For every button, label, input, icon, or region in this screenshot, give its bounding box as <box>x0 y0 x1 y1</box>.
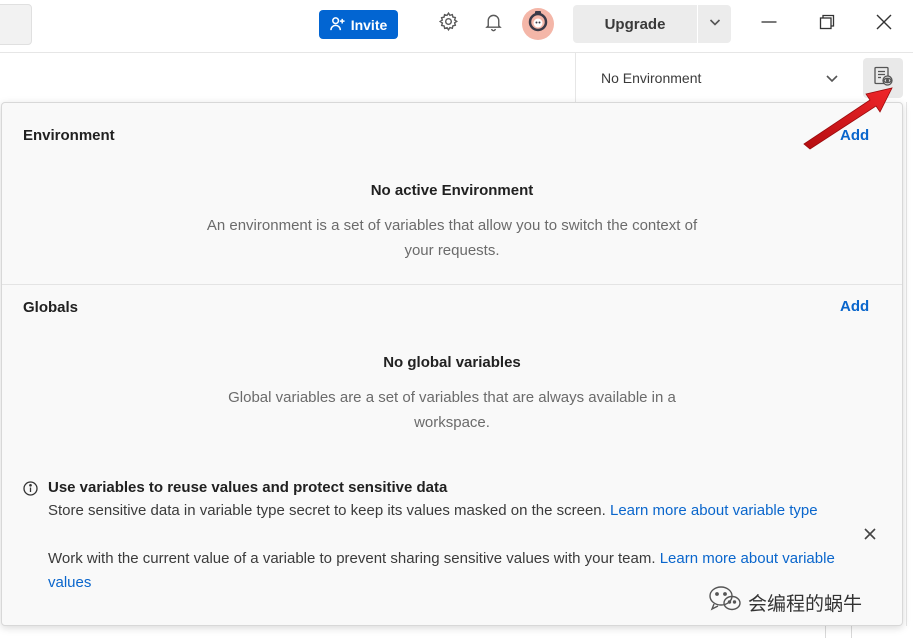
app-window: Invite Upgrade No Environment Environmen… <box>0 0 913 638</box>
avatar-icon <box>525 9 551 40</box>
info-banner-title: Use variables to reuse values and protec… <box>48 479 448 496</box>
globals-empty-title: No global variables <box>383 354 521 371</box>
notifications-button[interactable] <box>480 11 506 37</box>
user-avatar[interactable] <box>522 8 554 40</box>
upgrade-button[interactable]: Upgrade <box>573 5 697 43</box>
dismiss-info-button[interactable] <box>862 526 878 542</box>
info-icon <box>23 481 38 496</box>
bottom-strip <box>0 626 913 638</box>
gear-icon <box>438 11 459 37</box>
search-box-edge[interactable] <box>0 4 32 45</box>
env-quicklook-icon <box>872 65 894 92</box>
environment-empty-description: An environment is a set of variables tha… <box>206 217 698 259</box>
chevron-down-icon <box>708 15 722 34</box>
bell-icon <box>483 11 504 37</box>
close-window-button[interactable] <box>872 12 896 36</box>
close-icon <box>875 13 893 36</box>
settings-button[interactable] <box>435 11 461 37</box>
add-global-link[interactable]: Add <box>840 298 869 315</box>
environment-quick-look-panel: Environment Add No active Environment An… <box>1 102 903 626</box>
restore-button[interactable] <box>815 12 839 36</box>
environment-selector[interactable]: No Environment <box>575 53 852 102</box>
divider <box>851 626 852 638</box>
info-banner-line-1: Store sensitive data in variable type se… <box>48 499 848 523</box>
environment-quick-look-button[interactable] <box>863 58 903 98</box>
invite-label: Invite <box>350 16 388 33</box>
environment-heading: Environment <box>23 127 115 144</box>
add-user-icon <box>329 16 345 34</box>
dismiss-icon <box>862 528 878 546</box>
restore-icon <box>818 13 836 36</box>
environment-bar: No Environment <box>0 53 913 102</box>
wechat-icon <box>708 585 742 619</box>
watermark-text: 会编程的蜗牛 <box>748 593 863 615</box>
add-environment-link[interactable]: Add <box>840 127 869 144</box>
minimize-icon <box>760 13 778 36</box>
learn-more-variable-type-link[interactable]: Learn more about variable type <box>610 502 818 519</box>
globals-heading: Globals <box>23 299 79 316</box>
watermark: 会编程的蜗牛 <box>708 585 862 619</box>
info-line-2-text: Work with the current value of a variabl… <box>48 550 656 567</box>
environment-selector-value: No Environment <box>601 69 702 86</box>
section-divider <box>2 284 902 285</box>
globals-empty-description: Global variables are a set of variables … <box>228 389 676 431</box>
right-edge-panel <box>906 102 913 638</box>
chevron-down-icon <box>824 70 840 86</box>
upgrade-menu-button[interactable] <box>698 5 731 43</box>
invite-button[interactable]: Invite <box>319 10 398 39</box>
title-bar: Invite Upgrade <box>0 0 913 53</box>
environment-empty-title: No active Environment <box>370 182 534 199</box>
minimize-button[interactable] <box>757 12 781 36</box>
info-line-1-text: Store sensitive data in variable type se… <box>48 502 606 519</box>
upgrade-group: Upgrade <box>573 5 731 43</box>
divider <box>825 626 826 638</box>
